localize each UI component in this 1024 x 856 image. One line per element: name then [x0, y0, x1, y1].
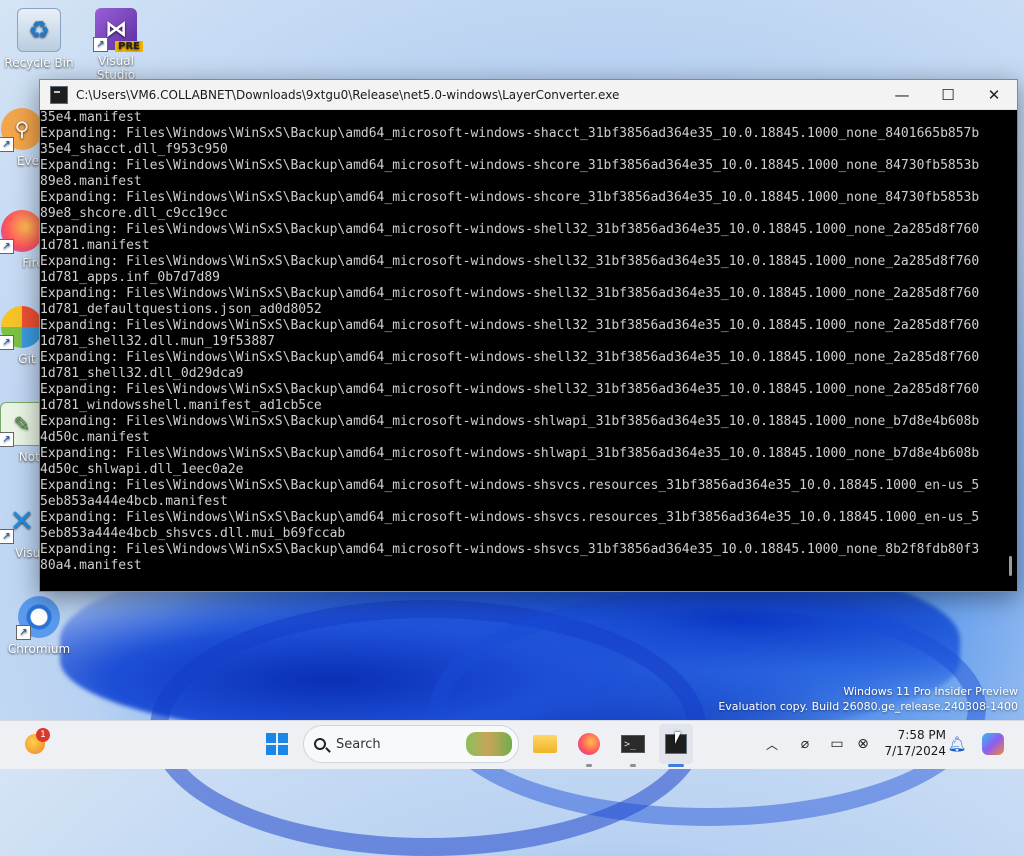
clock-date: 7/17/2024 — [884, 744, 946, 758]
console-line: Expanding: Files\Windows\WinSxS\Backup\a… — [40, 382, 980, 397]
watermark-line-1: Windows 11 Pro Insider Preview — [843, 685, 1018, 698]
console-line: Expanding: Files\Windows\WinSxS\Backup\a… — [40, 510, 980, 525]
console-line: Expanding: Files\Windows\WinSxS\Backup\a… — [40, 158, 980, 173]
console-output[interactable]: 35e4.manifest Expanding: Files\Windows\Wi… — [40, 110, 1001, 591]
console-line: 35e4.manifest — [40, 110, 142, 125]
visual-studio-icon: ⋈ ↗ PRE — [93, 8, 143, 52]
clock[interactable]: 7:58 PM 7/17/2024 — [880, 727, 946, 759]
desktop-icon-label: Recycle Bin — [4, 56, 74, 70]
console-line: Expanding: Files\Windows\WinSxS\Backup\a… — [40, 190, 980, 205]
running-indicator — [630, 764, 636, 767]
bell-icon: 🔔︎ — [947, 735, 967, 753]
notepad-icon: ✎ ↗ — [0, 402, 44, 447]
copilot-button[interactable] — [978, 724, 1008, 764]
shortcut-arrow-icon: ↗ — [93, 37, 108, 52]
console-line: 89e8_shcore.dll_c9cc19cc — [40, 206, 228, 221]
chromium-icon: ↗ — [16, 596, 60, 640]
shortcut-arrow-icon: ↗ — [0, 239, 14, 254]
recycle-bin-icon: ♻ — [17, 8, 61, 52]
console-line: 1d781_defaultquestions.json_ad0d8052 — [40, 302, 322, 317]
window-titlebar[interactable]: C:\Users\VM6.COLLABNET\Downloads\9xtgu0\… — [40, 80, 1017, 110]
clock-time: 7:58 PM — [897, 728, 946, 742]
widgets-button[interactable]: 1 — [18, 724, 52, 764]
console-line: 4d50c_shlwapi.dll_1eec0a2e — [40, 462, 244, 477]
search-highlight-image — [466, 732, 512, 756]
console-line: Expanding: Files\Windows\WinSxS\Backup\a… — [40, 286, 980, 301]
firefox-icon: ↗ — [0, 210, 43, 254]
everything-icon: ⚲ ↗ — [0, 108, 43, 152]
taskbar-file-explorer[interactable] — [528, 724, 562, 764]
shortcut-arrow-icon: ↗ — [16, 625, 31, 640]
evaluation-watermark: Windows 11 Pro Insider Preview Evaluatio… — [718, 684, 1018, 714]
vscode-icon: ✕ ↗ — [0, 500, 43, 544]
desktop-icon-label: Chromium — [7, 642, 71, 656]
notifications-button[interactable]: 🔔︎ — [946, 724, 968, 764]
console-line: Expanding: Files\Windows\WinSxS\Backup\a… — [40, 254, 980, 269]
minimize-button[interactable]: — — [879, 80, 925, 109]
console-line: 1d781_shell32.dll_0d29dca9 — [40, 366, 244, 381]
chevron-up-icon: ︿ — [765, 737, 778, 752]
console-line: 80a4.manifest — [40, 558, 142, 573]
console-line: Expanding: Files\Windows\WinSxS\Backup\a… — [40, 542, 980, 557]
console-line: 5eb853a444e4bcb.manifest — [40, 494, 228, 509]
console-app-icon — [50, 85, 68, 104]
console-line: Expanding: Files\Windows\WinSxS\Backup\a… — [40, 414, 980, 429]
running-indicator — [586, 764, 592, 767]
console-line: Expanding: Files\Windows\WinSxS\Backup\a… — [40, 318, 980, 333]
console-line: 1d781.manifest — [40, 238, 150, 253]
console-line: Expanding: Files\Windows\WinSxS\Backup\a… — [40, 126, 980, 141]
console-window[interactable]: C:\Users\VM6.COLLABNET\Downloads\9xtgu0\… — [39, 79, 1018, 592]
pre-badge: PRE — [115, 41, 143, 52]
search-icon — [314, 738, 331, 753]
shortcut-arrow-icon: ↗ — [0, 529, 14, 544]
mouse-cursor-icon — [675, 732, 681, 744]
active-indicator — [668, 764, 684, 767]
taskbar-terminal[interactable]: >_ — [616, 724, 650, 764]
firefox-icon — [578, 733, 600, 755]
taskbar-search-box[interactable]: Search — [303, 725, 519, 763]
search-label: Search — [336, 736, 381, 752]
show-hidden-icons-button[interactable]: ︿ — [762, 724, 782, 764]
console-line: Expanding: Files\Windows\WinSxS\Backup\a… — [40, 478, 980, 493]
shortcut-arrow-icon: ↗ — [0, 432, 14, 447]
file-explorer-icon — [533, 735, 557, 753]
window-title: C:\Users\VM6.COLLABNET\Downloads\9xtgu0\… — [76, 87, 620, 102]
console-line: 1d781_apps.inf_0b7d7d89 — [40, 270, 221, 285]
desktop-icon-recycle-bin[interactable]: ♻ Recycle Bin — [3, 8, 75, 70]
close-button[interactable]: ✕ — [971, 80, 1017, 109]
console-line: Expanding: Files\Windows\WinSxS\Backup\a… — [40, 446, 980, 461]
desktop-icon-visual-studio[interactable]: ⋈ ↗ PRE Visual Studio — [80, 8, 152, 82]
terminal-icon: >_ — [621, 735, 645, 753]
console-line: 1d781_shell32.dll.mun_19f53887 — [40, 334, 275, 349]
taskbar-firefox[interactable] — [572, 724, 606, 764]
watermark-line-2: Evaluation copy. Build 26080.ge_release.… — [718, 700, 1018, 713]
console-line: Expanding: Files\Windows\WinSxS\Backup\a… — [40, 350, 980, 365]
display-icon: ▭ — [830, 736, 844, 752]
network-status[interactable]: ⌀ — [794, 724, 816, 764]
notification-badge: 1 — [36, 728, 50, 742]
console-line: 5eb853a444e4bcb_shsvcs.dll.mui_b69fccab — [40, 526, 346, 541]
console-line: 4d50c.manifest — [40, 430, 150, 445]
scrollbar-thumb[interactable] — [1009, 556, 1012, 576]
copilot-icon — [982, 733, 1004, 755]
network-icon: ⌀ — [800, 736, 810, 752]
taskbar-layer-converter[interactable] — [659, 724, 693, 764]
console-line: 1d781_windowsshell.manifest_ad1cb5ce — [40, 398, 322, 413]
start-button[interactable] — [258, 724, 296, 764]
console-line: Expanding: Files\Windows\WinSxS\Backup\a… — [40, 222, 980, 237]
console-line: 89e8.manifest — [40, 174, 142, 189]
desktop-icon-label: Visual Studio — [96, 54, 136, 82]
display-status[interactable]: ▭ — [826, 724, 848, 764]
desktop-icon-chromium[interactable]: ↗ Chromium — [3, 596, 75, 656]
start-icon — [266, 733, 288, 755]
accessibility-icon: ⊗ — [857, 736, 869, 752]
maximize-button[interactable]: ☐ — [925, 80, 971, 109]
vertical-scrollbar[interactable] — [1001, 110, 1017, 591]
accessibility-status[interactable]: ⊗ — [852, 724, 874, 764]
shortcut-arrow-icon: ↗ — [0, 137, 14, 152]
git-bash-icon: ↗ — [0, 306, 43, 350]
console-line: 35e4_shacct.dll_f953c950 — [40, 142, 228, 157]
shortcut-arrow-icon: ↗ — [0, 335, 14, 350]
